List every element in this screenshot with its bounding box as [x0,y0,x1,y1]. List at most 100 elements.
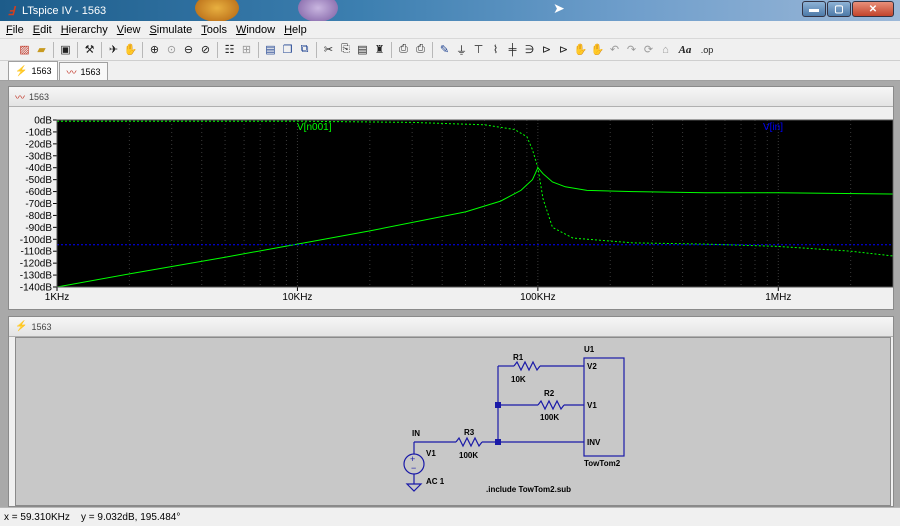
y-tick-label: -40dB [25,163,52,174]
menu-hierarchy[interactable]: Hierarchy [61,24,108,36]
pan-icon[interactable]: ⊙ [163,41,180,58]
y-tick-label: -70dB [25,199,52,210]
zoom-out-icon[interactable]: ⊖ [180,41,197,58]
r2-value[interactable]: 100K [540,413,559,422]
r1-value[interactable]: 10K [511,375,526,384]
r2-label[interactable]: R2 [544,389,555,398]
plot-background [57,120,893,287]
u1-label[interactable]: U1 [584,345,595,354]
save-icon[interactable]: ▣ [57,41,74,58]
window-title: LTspice IV - 1563 [22,4,107,17]
y-tick-label: 0dB [34,116,52,127]
pin-v2-label: V2 [587,362,597,371]
grid-icon[interactable]: ⊞ [238,41,255,58]
net-label-in[interactable]: IN [412,429,420,438]
drag-icon[interactable]: ✋ [589,41,606,58]
r1-label[interactable]: R1 [513,353,524,362]
waveform-window-title-bar[interactable]: 〰 1563 [9,87,893,107]
tab-schematic[interactable]: ⚡ 1563 [8,61,59,80]
undo-icon[interactable]: ↶ [606,41,623,58]
paste-icon[interactable]: ▤ [354,41,371,58]
toolbar-divider [316,41,317,58]
mdi-workspace: 〰 1563 1KHz 10KHz 100KHz 1MHz 0dB -10dB -20dB -… [0,81,900,507]
close-button[interactable]: ✕ [852,1,894,17]
open-icon[interactable]: ▰ [33,41,50,58]
maximize-button[interactable]: ▢ [827,1,851,17]
find-icon[interactable]: ♜ [371,41,388,58]
junction-dot [495,402,501,408]
r3-value[interactable]: 100K [459,451,478,460]
menu-simulate[interactable]: Simulate [149,24,192,36]
close-window-icon[interactable]: ⧉ [296,41,313,58]
copy-icon[interactable]: ⎘ [337,41,354,58]
y-tick-label: -130dB [20,271,53,282]
label-net-icon[interactable]: ⊤ [470,41,487,58]
r3-label[interactable]: R3 [464,428,475,437]
zoom-in-icon[interactable]: ⊕ [146,41,163,58]
toolbar-divider [142,41,143,58]
menu-file[interactable]: File [6,24,24,36]
component-icon[interactable]: ⊳ [555,41,572,58]
capacitor-icon[interactable]: ╪ [504,41,521,58]
ground-icon[interactable]: ⏚ [453,41,470,58]
new-schematic-icon[interactable]: ▨ [16,41,33,58]
y-tick-label: -20dB [25,139,52,150]
move-icon[interactable]: ✋ [572,41,589,58]
ground-symbol[interactable] [405,483,423,492]
spice-directive[interactable]: .include TowTom2.sub [486,485,571,494]
toolbar-divider [432,41,433,58]
schematic-canvas[interactable]: + − U1 R1 10K R2 100K R3 100K IN V1 AC 1 [15,337,891,506]
toolbar-divider [217,41,218,58]
tile-horizontal-icon[interactable]: ▤ [262,41,279,58]
rotate-icon[interactable]: ⟳ [640,41,657,58]
print-icon[interactable]: ⎙ [412,41,429,58]
junction-dot [495,439,501,445]
toolbar-divider [77,41,78,58]
r3-resistor[interactable] [455,436,483,448]
schematic-window: ⚡ 1563 + − U1 R1 10K R2 100K R3 100K IN … [8,316,894,507]
cursor-readout: x = 59.310KHz y = 9.032dB, 195.484° [4,511,181,523]
x-tick-label: 100KHz [520,292,556,303]
u1-model-label[interactable]: TowTom2 [584,459,621,468]
menu-tools[interactable]: Tools [201,24,227,36]
x-tick-label: 1MHz [765,292,791,303]
schematic-window-title-bar[interactable]: ⚡ 1563 [9,317,893,337]
y-tick-label: -110dB [20,247,52,258]
cut-icon[interactable]: ✂ [320,41,337,58]
spice-directive-icon[interactable]: .op [696,41,718,58]
title-bar[interactable]: Ⅎ LTspice IV - 1563 ➤ ▬ ▢ ✕ [0,0,900,21]
schematic-drawing[interactable]: + − U1 R1 10K R2 100K R3 100K IN V1 AC 1 [16,338,890,505]
diode-icon[interactable]: ⊳ [538,41,555,58]
v1-value[interactable]: AC 1 [426,477,445,486]
control-panel-icon[interactable]: ⚒ [81,41,98,58]
r2-resistor[interactable] [537,399,565,411]
mirror-icon[interactable]: ⌂ [657,41,674,58]
menu-help[interactable]: Help [284,24,307,36]
r1-resistor[interactable] [513,360,541,372]
halt-icon[interactable]: ✋ [122,41,139,58]
print-setup-icon[interactable]: ⎙ [395,41,412,58]
inductor-icon[interactable]: ∋ [521,41,538,58]
bode-plot[interactable]: 1KHz 10KHz 100KHz 1MHz 0dB-10dB-20dB-30dB-40… [9,107,894,309]
autorange-icon[interactable]: ☷ [221,41,238,58]
v1-label[interactable]: V1 [426,449,436,458]
redo-icon[interactable]: ↷ [623,41,640,58]
menu-edit[interactable]: Edit [33,24,52,36]
resistor-icon[interactable]: ⌇ [487,41,504,58]
menu-bar: File Edit Hierarchy View Simulate Tools … [0,21,900,39]
minimize-button[interactable]: ▬ [802,1,826,17]
menu-window[interactable]: Window [236,24,275,36]
app-window: Ⅎ LTspice IV - 1563 ➤ ▬ ▢ ✕ File Edit Hi… [0,0,900,526]
waveform-window: 〰 1563 1KHz 10KHz 100KHz 1MHz 0dB -10dB -20dB -… [8,86,894,310]
pin-v1-label: V1 [587,401,597,410]
text-icon[interactable]: Aa [674,41,696,58]
mouse-cursor-icon: ➤ [553,0,565,16]
document-tabs: ⚡ 1563 〰 1563 [0,61,900,81]
menu-view[interactable]: View [117,24,141,36]
run-icon[interactable]: ✈ [105,41,122,58]
plot-area[interactable]: 1KHz 10KHz 100KHz 1MHz 0dB -10dB -20dB -30dB -40… [9,107,894,309]
draw-wire-icon[interactable]: ✎ [436,41,453,58]
zoom-fit-icon[interactable]: ⊘ [197,41,214,58]
cascade-icon[interactable]: ❐ [279,41,296,58]
tab-waveform[interactable]: 〰 1563 [59,62,108,80]
